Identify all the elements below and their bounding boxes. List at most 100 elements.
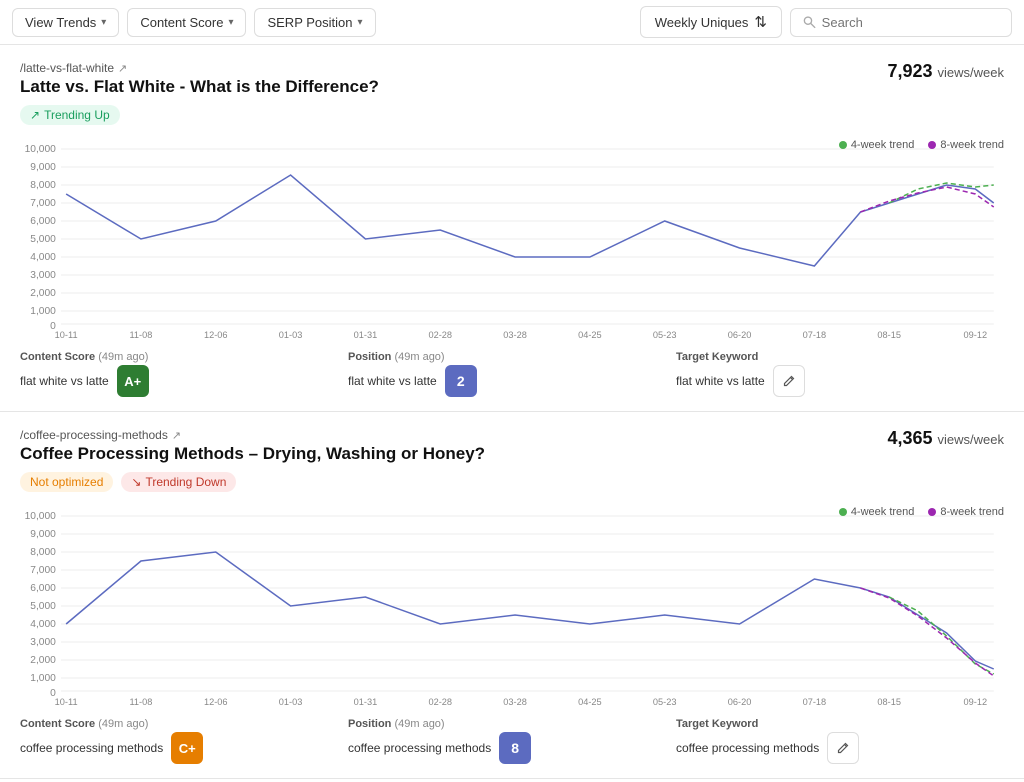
target-keyword-row: coffee processing methods	[676, 732, 1004, 764]
weekly-uniques-label: Weekly Uniques	[655, 15, 749, 30]
trending-down-icon: ↘	[131, 475, 141, 489]
svg-text:6,000: 6,000	[30, 583, 56, 594]
serp-position-label: SERP Position	[267, 15, 352, 30]
svg-text:4,000: 4,000	[30, 252, 56, 263]
weekly-uniques-button[interactable]: Weekly Uniques ⇅	[640, 6, 782, 38]
view-trends-label: View Trends	[25, 15, 96, 30]
legend-4week: 4-week trend	[839, 506, 915, 518]
svg-text:02-28: 02-28	[428, 330, 452, 340]
legend-4week-dot	[839, 508, 847, 516]
svg-text:5,000: 5,000	[30, 234, 56, 245]
svg-text:7,000: 7,000	[30, 198, 56, 209]
search-input[interactable]	[822, 15, 999, 30]
svg-text:06-20: 06-20	[728, 697, 752, 707]
position-row: flat white vs latte 2	[348, 365, 676, 397]
svg-text:03-28: 03-28	[503, 697, 527, 707]
legend-8week-label: 8-week trend	[940, 506, 1004, 518]
position-value: 8	[511, 740, 519, 756]
svg-text:10-11: 10-11	[55, 330, 78, 340]
svg-text:3,000: 3,000	[30, 637, 56, 648]
card-views: 7,923 views/week	[887, 61, 1004, 82]
position-keyword: coffee processing methods	[348, 741, 491, 755]
svg-text:4,000: 4,000	[30, 619, 56, 630]
badges: Not optimized ↘ Trending Down	[20, 472, 485, 492]
svg-text:6,000: 6,000	[30, 216, 56, 227]
pencil-icon	[836, 741, 850, 755]
edit-keyword-button-2[interactable]	[827, 732, 859, 764]
position-badge: 2	[445, 365, 477, 397]
svg-text:07-18: 07-18	[803, 697, 827, 707]
card-footer: Content Score (49m ago) flat white vs la…	[20, 351, 1004, 397]
svg-text:05-23: 05-23	[653, 697, 677, 707]
content-score-label: Content Score	[140, 15, 223, 30]
content-score-badge: A+	[117, 365, 149, 397]
views-label: views/week	[938, 432, 1004, 447]
views-count: 7,923 views/week	[887, 61, 1004, 81]
external-link-icon[interactable]: ↗	[118, 62, 127, 75]
content-score-time: (49m ago)	[98, 718, 148, 730]
legend-8week-label: 8-week trend	[940, 139, 1004, 151]
card-url: /coffee-processing-methods ↗	[20, 428, 485, 442]
position-badge: 8	[499, 732, 531, 764]
target-keyword-label: Target Keyword	[676, 351, 1004, 363]
content-score-label: Content Score (49m ago)	[20, 718, 348, 730]
pencil-icon	[782, 374, 796, 388]
svg-text:02-28: 02-28	[428, 697, 452, 707]
trending-up-label: Trending Up	[44, 108, 110, 122]
edit-keyword-button[interactable]	[773, 365, 805, 397]
svg-text:01-31: 01-31	[354, 330, 378, 340]
views-number: 4,365	[887, 428, 932, 448]
search-icon	[803, 15, 816, 29]
not-optimized-badge: Not optimized	[20, 472, 113, 492]
chevron-down-icon: ▾	[228, 17, 233, 28]
footer-position: Position (49m ago) flat white vs latte 2	[348, 351, 676, 397]
not-optimized-label: Not optimized	[30, 475, 103, 489]
svg-text:04-25: 04-25	[578, 697, 602, 707]
legend-8week: 8-week trend	[928, 139, 1004, 151]
cards-container: /latte-vs-flat-white ↗ Latte vs. Flat Wh…	[0, 45, 1024, 779]
view-trends-button[interactable]: View Trends ▾	[12, 8, 119, 37]
content-score-time: (49m ago)	[98, 351, 148, 363]
content-score-value: A+	[124, 374, 141, 389]
legend-4week-dot	[839, 141, 847, 149]
content-score-keyword: coffee processing methods	[20, 741, 163, 755]
badges: ↗ Trending Up	[20, 105, 379, 125]
svg-text:05-23: 05-23	[653, 330, 677, 340]
svg-text:2,000: 2,000	[30, 655, 56, 666]
chart-legend: 4-week trend 8-week trend	[839, 506, 1004, 518]
target-keyword-value: flat white vs latte	[676, 374, 765, 388]
svg-text:10-11: 10-11	[55, 697, 78, 707]
views-count: 4,365 views/week	[887, 428, 1004, 448]
svg-text:12-06: 12-06	[204, 697, 228, 707]
trending-down-badge: ↘ Trending Down	[121, 472, 236, 492]
position-label: Position (49m ago)	[348, 351, 676, 363]
svg-text:08-15: 08-15	[877, 697, 901, 707]
svg-text:10,000: 10,000	[25, 511, 57, 522]
svg-text:9,000: 9,000	[30, 162, 56, 173]
external-link-icon[interactable]: ↗	[172, 429, 181, 442]
legend-8week-dot	[928, 141, 936, 149]
svg-text:06-20: 06-20	[728, 330, 752, 340]
card-header-left: /latte-vs-flat-white ↗ Latte vs. Flat Wh…	[20, 61, 379, 135]
target-keyword-row: flat white vs latte	[676, 365, 1004, 397]
content-score-row: coffee processing methods C+	[20, 732, 348, 764]
card-coffee-processing: /coffee-processing-methods ↗ Coffee Proc…	[0, 412, 1024, 779]
position-keyword: flat white vs latte	[348, 374, 437, 388]
chart-svg-2: 10,000 9,000 8,000 7,000 6,000 5,000 4,0…	[20, 506, 1004, 706]
card-title: Latte vs. Flat White - What is the Diffe…	[20, 77, 379, 97]
footer-target-keyword: Target Keyword flat white vs latte	[676, 351, 1004, 397]
position-time: (49m ago)	[394, 351, 444, 363]
toolbar: View Trends ▾ Content Score ▾ SERP Posit…	[0, 0, 1024, 45]
content-score-button[interactable]: Content Score ▾	[127, 8, 246, 37]
target-keyword-label: Target Keyword	[676, 718, 1004, 730]
search-box	[790, 8, 1012, 37]
svg-text:5,000: 5,000	[30, 601, 56, 612]
chevron-down-icon: ▾	[358, 17, 363, 28]
svg-text:01-03: 01-03	[279, 330, 303, 340]
url-text: /coffee-processing-methods	[20, 428, 168, 442]
position-time: (49m ago)	[394, 718, 444, 730]
sort-icon: ⇅	[754, 13, 767, 31]
svg-text:09-12: 09-12	[964, 697, 988, 707]
serp-position-button[interactable]: SERP Position ▾	[254, 8, 375, 37]
target-keyword-value: coffee processing methods	[676, 741, 819, 755]
